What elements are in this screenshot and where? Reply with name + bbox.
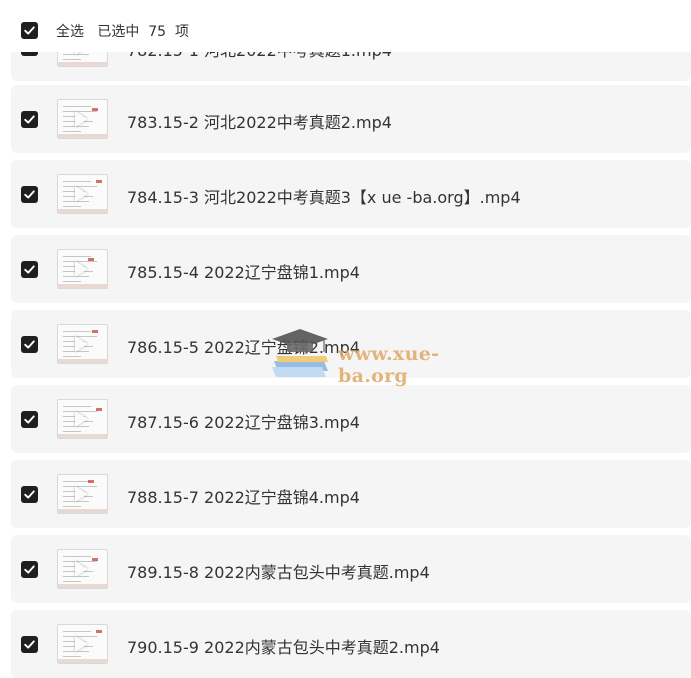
checkmark-icon: [24, 115, 35, 124]
checkmark-icon: [24, 565, 35, 574]
checkmark-icon: [24, 26, 35, 35]
file-name: 785.15-4 2022辽宁盘锦1.mp4: [127, 263, 360, 282]
checkmark-icon: [24, 415, 35, 424]
file-name: 783.15-2 河北2022中考真题2.mp4: [127, 113, 392, 132]
play-icon: [75, 261, 88, 277]
row-checkbox[interactable]: [21, 111, 38, 128]
play-icon: [75, 186, 88, 202]
video-thumbnail[interactable]: [57, 174, 108, 214]
row-checkbox[interactable]: [21, 561, 38, 578]
row-checkbox[interactable]: [21, 486, 38, 503]
checkmark-icon: [24, 190, 35, 199]
file-name: 784.15-3 河北2022中考真题3【x ue -ba.org】.mp4: [127, 188, 521, 207]
video-thumbnail[interactable]: [57, 549, 108, 589]
file-name: 788.15-7 2022辽宁盘锦4.mp4: [127, 488, 360, 507]
video-thumbnail[interactable]: [57, 474, 108, 514]
file-row[interactable]: 790.15-9 2022内蒙古包头中考真题2.mp4: [11, 610, 691, 678]
row-checkbox[interactable]: [21, 186, 38, 203]
play-icon: [75, 411, 88, 427]
checkmark-icon: [24, 490, 35, 499]
row-checkbox[interactable]: [21, 336, 38, 353]
select-all-checkbox[interactable]: [21, 22, 38, 39]
file-row[interactable]: 784.15-3 河北2022中考真题3【x ue -ba.org】.mp4: [11, 160, 691, 228]
file-row[interactable]: 786.15-5 2022辽宁盘锦2.mp4: [11, 310, 691, 378]
row-checkbox[interactable]: [21, 411, 38, 428]
file-row[interactable]: 789.15-8 2022内蒙古包头中考真题.mp4: [11, 535, 691, 603]
play-icon: [75, 561, 88, 577]
file-name: 789.15-8 2022内蒙古包头中考真题.mp4: [127, 563, 430, 582]
play-icon: [75, 111, 88, 127]
file-row[interactable]: 787.15-6 2022辽宁盘锦3.mp4: [11, 385, 691, 453]
file-name: 790.15-9 2022内蒙古包头中考真题2.mp4: [127, 638, 440, 657]
file-name: 787.15-6 2022辽宁盘锦3.mp4: [127, 413, 360, 432]
checkmark-icon: [24, 340, 35, 349]
selection-header: 全选 已选中 75 项: [0, 0, 691, 52]
file-row[interactable]: 788.15-7 2022辽宁盘锦4.mp4: [11, 460, 691, 528]
row-checkbox[interactable]: [21, 261, 38, 278]
file-name: 786.15-5 2022辽宁盘锦2.mp4: [127, 338, 360, 357]
video-thumbnail[interactable]: [57, 399, 108, 439]
selection-summary: 全选 已选中 75 项: [56, 21, 189, 41]
video-thumbnail[interactable]: [57, 99, 108, 139]
video-thumbnail[interactable]: [57, 249, 108, 289]
file-row[interactable]: 783.15-2 河北2022中考真题2.mp4: [11, 85, 691, 153]
play-icon: [75, 336, 88, 352]
unit-label: 项: [175, 24, 189, 40]
play-icon: [75, 636, 88, 652]
selected-label: 已选中: [97, 24, 140, 40]
row-checkbox[interactable]: [21, 636, 38, 653]
play-icon: [75, 486, 88, 502]
file-row[interactable]: 785.15-4 2022辽宁盘锦1.mp4: [11, 235, 691, 303]
checkmark-icon: [24, 640, 35, 649]
video-thumbnail[interactable]: [57, 324, 108, 364]
selected-count: 75: [148, 24, 167, 40]
select-all-label[interactable]: 全选: [56, 24, 84, 40]
video-thumbnail[interactable]: [57, 624, 108, 664]
checkmark-icon: [24, 265, 35, 274]
